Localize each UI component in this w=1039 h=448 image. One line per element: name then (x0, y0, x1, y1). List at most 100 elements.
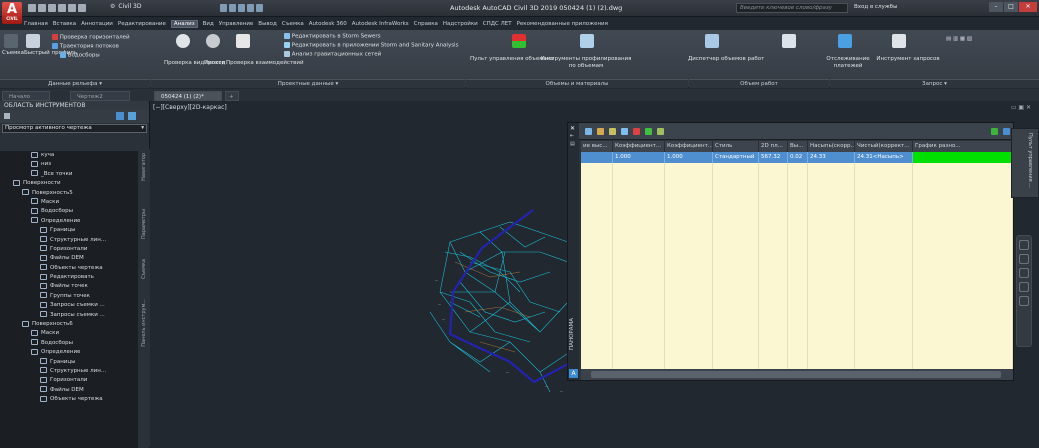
column-header[interactable]: Коэффициент... (613, 141, 665, 152)
toolspace-help-icon[interactable] (128, 112, 136, 120)
visibility-icon[interactable] (176, 34, 190, 48)
signin-button[interactable]: Вход в службы (854, 4, 897, 10)
table-cell[interactable]: 0.02 (788, 152, 808, 163)
data-grid[interactable]: ие выс... Коэффициент... Коэффициент... Сти… (581, 141, 1013, 369)
vtab-survey[interactable]: Съемка (141, 259, 149, 279)
tab-11[interactable]: Справка (414, 21, 438, 27)
tree-item[interactable]: Определение (0, 217, 138, 226)
tab-5[interactable]: Вид (203, 21, 214, 27)
search-input[interactable]: Введите ключевое слово/фразу (736, 3, 848, 13)
tree-item[interactable]: Маски (0, 198, 138, 207)
dashboard-tab[interactable]: Пульт управления ... (1011, 128, 1039, 198)
panel-query[interactable]: Запрос ▾ (830, 79, 1039, 88)
tree-item[interactable]: Маски (0, 329, 138, 338)
table-cell[interactable]: 24.31<Насыпь> (855, 152, 913, 163)
properties-icon[interactable] (238, 4, 245, 12)
edit-icon[interactable] (609, 128, 616, 135)
volume-dispatcher-button[interactable]: Диспетчер объемов работ (688, 56, 764, 63)
track-payments-button[interactable]: Отслеживание платежей (820, 56, 876, 70)
tree-item[interactable]: Определение (0, 348, 138, 357)
help-icon[interactable] (1003, 128, 1010, 135)
tree-item[interactable]: низ (0, 160, 138, 169)
autocad-icon[interactable]: A (569, 369, 578, 378)
tree-item[interactable]: Запросы съемки ... (0, 301, 138, 310)
redo-icon[interactable] (78, 4, 86, 12)
column-header[interactable]: ие выс... (581, 141, 613, 152)
tree-item[interactable]: Запросы съемки ... (0, 311, 138, 320)
tree-item[interactable]: Редактировать (0, 273, 138, 282)
minimize-button[interactable]: – (989, 2, 1003, 12)
tree-item[interactable]: Водосборы (0, 339, 138, 348)
refresh-icon[interactable] (645, 128, 652, 135)
open-icon[interactable] (38, 4, 46, 12)
gravity-network-button[interactable]: Анализ гравитационных сетей (292, 52, 381, 58)
tab-7[interactable]: Вывод (258, 21, 277, 27)
zoom-icon[interactable] (621, 128, 628, 135)
vtab-toolbox[interactable]: Панель инструм... (141, 299, 149, 347)
interaction-check-button[interactable]: Проверка взаимодействий (226, 60, 304, 67)
tab-1[interactable]: Вставка (53, 21, 76, 27)
track-payments-icon[interactable] (782, 34, 796, 48)
table-icon[interactable] (585, 128, 592, 135)
close-button[interactable]: ✕ (1019, 2, 1037, 12)
properties-icon[interactable]: ▤ (570, 141, 575, 147)
tree-item[interactable]: Объекты чертежа (0, 395, 138, 404)
profile-icon[interactable] (26, 34, 40, 48)
panel-design-data[interactable]: Проектные данные ▾ (151, 79, 465, 88)
storm-sewers-button[interactable]: Редактировать в Storm Sewers (292, 34, 381, 40)
viewport-label[interactable]: [−][Сверху][2D-каркас] (153, 104, 227, 111)
tree-item[interactable]: Поверхность5 (0, 189, 138, 198)
tab-10[interactable]: Autodesk InfraWorks (352, 21, 409, 27)
table-cell[interactable] (581, 152, 613, 163)
tab-0[interactable]: Главная (24, 21, 48, 27)
graph-cell[interactable] (913, 152, 1013, 163)
tab-8[interactable]: Съемка (282, 21, 304, 27)
column-header[interactable]: Насыпь(скорр... (808, 141, 855, 152)
pass-icon[interactable] (206, 34, 220, 48)
tab-13[interactable]: СПДС ЛЕТ (483, 21, 512, 27)
tree-item[interactable]: Водосборы (0, 207, 138, 216)
tree-item[interactable]: Горизонтали (0, 245, 138, 254)
storm-sanitary-button[interactable]: Редактировать в приложении Storm and San… (292, 43, 459, 49)
tree-item[interactable]: Группы точек (0, 292, 138, 301)
query-tool-icon[interactable] (892, 34, 906, 48)
showmotion-icon[interactable] (1019, 296, 1029, 306)
flow-paths-button[interactable]: Траектория потоков (60, 44, 119, 50)
tab-start[interactable]: Начало (2, 91, 50, 101)
steering-wheel-icon[interactable] (1019, 240, 1029, 250)
save-icon[interactable] (48, 4, 56, 12)
table-cell[interactable]: 24.33 (808, 152, 855, 163)
tab-4[interactable]: Анализ (170, 19, 198, 28)
zoom-extents-icon[interactable] (1019, 268, 1029, 278)
report-icon[interactable] (657, 128, 664, 135)
tree-item[interactable]: _Все точки (0, 170, 138, 179)
layer-icon[interactable] (220, 4, 227, 12)
column-header[interactable]: Стиль (713, 141, 759, 152)
query-tool-button[interactable]: Инструмент запросов (874, 56, 942, 63)
pan-icon[interactable] (1019, 254, 1029, 264)
column-header[interactable]: График разно... (913, 141, 1013, 152)
survey-button[interactable]: Съемка (2, 50, 24, 57)
panel-volume-work[interactable]: Объем работ (689, 79, 829, 88)
tree-item[interactable]: Файлы DEM (0, 386, 138, 395)
tree-item[interactable]: Границы (0, 358, 138, 367)
viewport-controls[interactable]: ▭ ▣ ✕ (1011, 104, 1031, 111)
saveas-icon[interactable] (58, 4, 66, 12)
pass-button[interactable]: Проход (204, 60, 225, 67)
tab-2[interactable]: Аннотации (81, 21, 113, 27)
tab-6[interactable]: Управление (219, 21, 254, 27)
tree-item[interactable]: Файлы точек (0, 282, 138, 291)
tab-active-drawing[interactable]: 050424 (1) (2)* (154, 91, 222, 101)
delete-icon[interactable] (633, 128, 640, 135)
new-icon[interactable] (28, 4, 36, 12)
tree-item[interactable]: Горизонтали (0, 376, 138, 385)
close-icon[interactable]: ✕ (570, 125, 575, 132)
vtab-parameters[interactable]: Параметры (141, 209, 149, 239)
tree-item[interactable]: Структурные лин... (0, 236, 138, 245)
scrollbar-thumb[interactable] (591, 371, 1001, 378)
tab-9[interactable]: Autodesk 360 (309, 21, 347, 27)
toolspace-options-icon[interactable] (116, 112, 124, 120)
tree-item[interactable]: Поверхности (0, 179, 138, 188)
table-cell[interactable]: 567.32 (759, 152, 788, 163)
workspace-switcher[interactable]: ⚙ Civil 3D (110, 3, 141, 10)
